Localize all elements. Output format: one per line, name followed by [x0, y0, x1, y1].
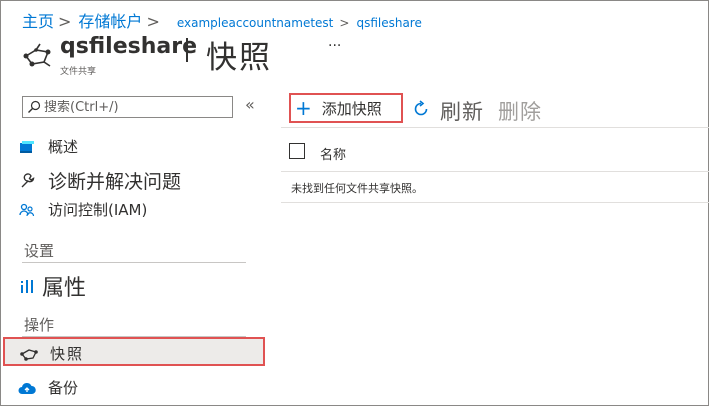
refresh-button[interactable]: 刷新: [412, 96, 484, 126]
more-options-button[interactable]: ···: [328, 38, 341, 54]
column-header-name[interactable]: 名称: [320, 144, 346, 163]
section-settings-heading: 设置: [24, 242, 55, 260]
sidebar-item-snapshots[interactable]: 快照: [20, 343, 84, 364]
plus-icon: +: [295, 96, 312, 120]
breadcrumb-separator: >: [339, 16, 350, 30]
people-icon: [18, 201, 36, 219]
sidebar-item-label: 属性: [42, 276, 87, 301]
properties-bars-icon: [18, 277, 36, 295]
breadcrumb-storage-accounts[interactable]: 存储帐户: [78, 8, 142, 32]
breadcrumb-separator: >: [58, 12, 72, 31]
table-header-divider: [281, 171, 709, 172]
search-icon: [28, 100, 41, 113]
breadcrumb: 主页 > 存储帐户 > exampleaccountnametest > qsf…: [22, 8, 422, 32]
sidebar-item-diagnose[interactable]: 诊断并解决问题: [18, 167, 181, 194]
delete-button[interactable]: 删除: [498, 96, 542, 126]
snapshot-icon: [20, 345, 38, 363]
breadcrumb-separator: >: [146, 12, 160, 31]
breadcrumb-fileshare[interactable]: qsfileshare: [356, 16, 421, 30]
delete-label: 删除: [498, 100, 542, 124]
title-divider: [186, 38, 188, 62]
sidebar-search[interactable]: [22, 96, 233, 118]
empty-state-message: 未找到任何文件共享快照。: [291, 182, 423, 195]
page-title: 快照: [206, 40, 272, 76]
sidebar-item-label: 诊断并解决问题: [48, 171, 182, 193]
breadcrumb-home[interactable]: 主页: [22, 8, 54, 32]
sidebar-item-overview[interactable]: 概述: [18, 136, 78, 157]
add-snapshot-label: 添加快照: [321, 99, 382, 118]
collapse-sidebar-button[interactable]: «: [245, 95, 255, 114]
add-snapshot-button[interactable]: + 添加快照: [289, 93, 403, 123]
sidebar-item-properties[interactable]: 属性: [18, 270, 86, 302]
sidebar-item-label: 概述: [48, 138, 79, 156]
resource-name: qsfileshare: [60, 34, 197, 59]
section-operations-heading: 操作: [24, 316, 55, 334]
fileshare-snapshot-icon: [23, 43, 51, 67]
sidebar-item-backup[interactable]: 备份: [18, 377, 78, 398]
cloud-backup-icon: [18, 379, 36, 397]
refresh-icon: [412, 100, 430, 122]
select-all-checkbox[interactable]: [289, 143, 305, 159]
sidebar-item-label: 备份: [48, 379, 79, 397]
breadcrumb-account[interactable]: exampleaccountnametest: [177, 16, 334, 30]
toolbar-divider: [281, 127, 709, 128]
section-divider: [22, 262, 246, 263]
storage-overview-icon: [18, 138, 36, 156]
refresh-label: 刷新: [440, 100, 484, 124]
sidebar-item-label: 访问控制(IAM): [48, 201, 148, 219]
search-input[interactable]: [44, 99, 224, 115]
table-row-divider: [281, 202, 709, 203]
sidebar-item-label: 快照: [50, 345, 85, 363]
sidebar-item-iam[interactable]: 访问控制(IAM): [18, 199, 147, 220]
wrench-icon: [18, 172, 36, 190]
resource-type: 文件共享: [60, 67, 97, 77]
